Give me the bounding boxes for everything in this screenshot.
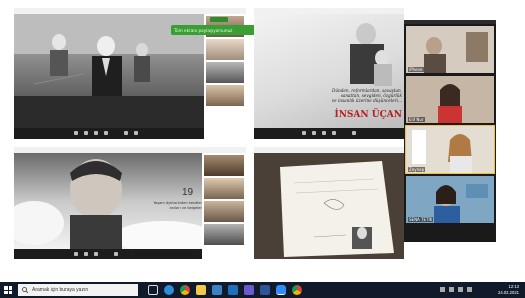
participant-thumb[interactable] bbox=[206, 85, 244, 106]
shared-video-area: 19 Yaşam öyküsünden kesitler anıları ve … bbox=[14, 153, 202, 249]
windows-taskbar: Aramak için buraya yazın 12:13 24.02.202… bbox=[0, 282, 525, 298]
screen-share-window-bottom-right[interactable] bbox=[254, 147, 404, 259]
participant-video bbox=[406, 176, 494, 223]
search-placeholder: Aramak için buraya yazın bbox=[32, 287, 89, 293]
participant-video bbox=[406, 26, 494, 73]
tray-icons[interactable] bbox=[440, 287, 480, 293]
gallery-scroll-area[interactable] bbox=[404, 226, 496, 242]
shared-video-area bbox=[254, 153, 404, 259]
year-text: 19 bbox=[182, 187, 194, 198]
participant-name: iPhone bbox=[408, 67, 424, 72]
participant-thumb[interactable] bbox=[204, 201, 244, 222]
video-controls bbox=[14, 128, 204, 139]
file-explorer-icon[interactable] bbox=[196, 285, 206, 295]
participant-thumb[interactable] bbox=[204, 178, 244, 199]
participant-video bbox=[406, 76, 494, 123]
participant-thumb[interactable] bbox=[204, 155, 244, 176]
store-icon[interactable] bbox=[212, 285, 222, 295]
share-indicator-tab[interactable] bbox=[210, 17, 228, 22]
clock-date: 24.02.2021 bbox=[498, 290, 519, 295]
video-controls bbox=[254, 128, 404, 139]
windows-start-icon[interactable] bbox=[4, 286, 12, 294]
gallery-tile-active-speaker[interactable]: Zeynep bbox=[405, 125, 495, 174]
participant-name: Elif Nur bbox=[408, 117, 425, 122]
participant-video bbox=[406, 126, 494, 173]
edge-icon[interactable] bbox=[164, 285, 174, 295]
shared-video-area: Dünden, reformlardan, savaştan, sanattan… bbox=[254, 14, 404, 128]
photos-icon[interactable] bbox=[244, 285, 254, 295]
participant-name: SENA TETİK bbox=[408, 217, 434, 222]
participant-thumbnails bbox=[204, 155, 244, 245]
gallery-tile[interactable]: SENA TETİK bbox=[406, 176, 494, 223]
gallery-tile[interactable]: Elif Nur bbox=[406, 76, 494, 123]
screen-share-window-top-right[interactable]: Dünden, reformlardan, savaştan, sanattan… bbox=[254, 8, 404, 139]
participant-thumb[interactable] bbox=[206, 62, 244, 83]
gallery-topbar bbox=[404, 20, 496, 24]
participant-thumb[interactable] bbox=[206, 39, 244, 60]
quote-text: Dünden, reformlardan, savaştan, sanattan… bbox=[331, 88, 402, 103]
share-status-text: Tüm ekranı paylaşıyorsunuz bbox=[174, 27, 233, 33]
mail-icon[interactable] bbox=[228, 285, 238, 295]
video-controls bbox=[14, 249, 202, 259]
screen-share-window-bottom-left[interactable]: 19 Yaşam öyküsünden kesitler anıları ve … bbox=[14, 147, 246, 259]
word-icon[interactable] bbox=[260, 285, 270, 295]
search-icon bbox=[22, 287, 28, 293]
taskbar-search-box[interactable]: Aramak için buraya yazın bbox=[18, 284, 138, 296]
participant-thumb[interactable] bbox=[204, 224, 244, 245]
caption-text: Yaşam öyküsünden kesitler anıları ve bel… bbox=[153, 201, 202, 210]
gallery-tile[interactable]: iPhone bbox=[406, 26, 494, 73]
chrome-icon[interactable] bbox=[180, 285, 190, 295]
system-clock[interactable]: 12:13 24.02.2021 bbox=[498, 284, 519, 296]
participant-gallery: iPhone Elif Nur Zeynep SENA TETİK bbox=[404, 20, 496, 242]
zoom-icon[interactable] bbox=[276, 285, 286, 295]
title-text: İNSAN ÜÇAN bbox=[334, 110, 403, 120]
participant-name: Zeynep bbox=[408, 167, 426, 172]
camera-paper-drawing bbox=[254, 153, 404, 259]
task-view-icon[interactable] bbox=[148, 285, 158, 295]
chrome-icon-2[interactable] bbox=[292, 285, 302, 295]
